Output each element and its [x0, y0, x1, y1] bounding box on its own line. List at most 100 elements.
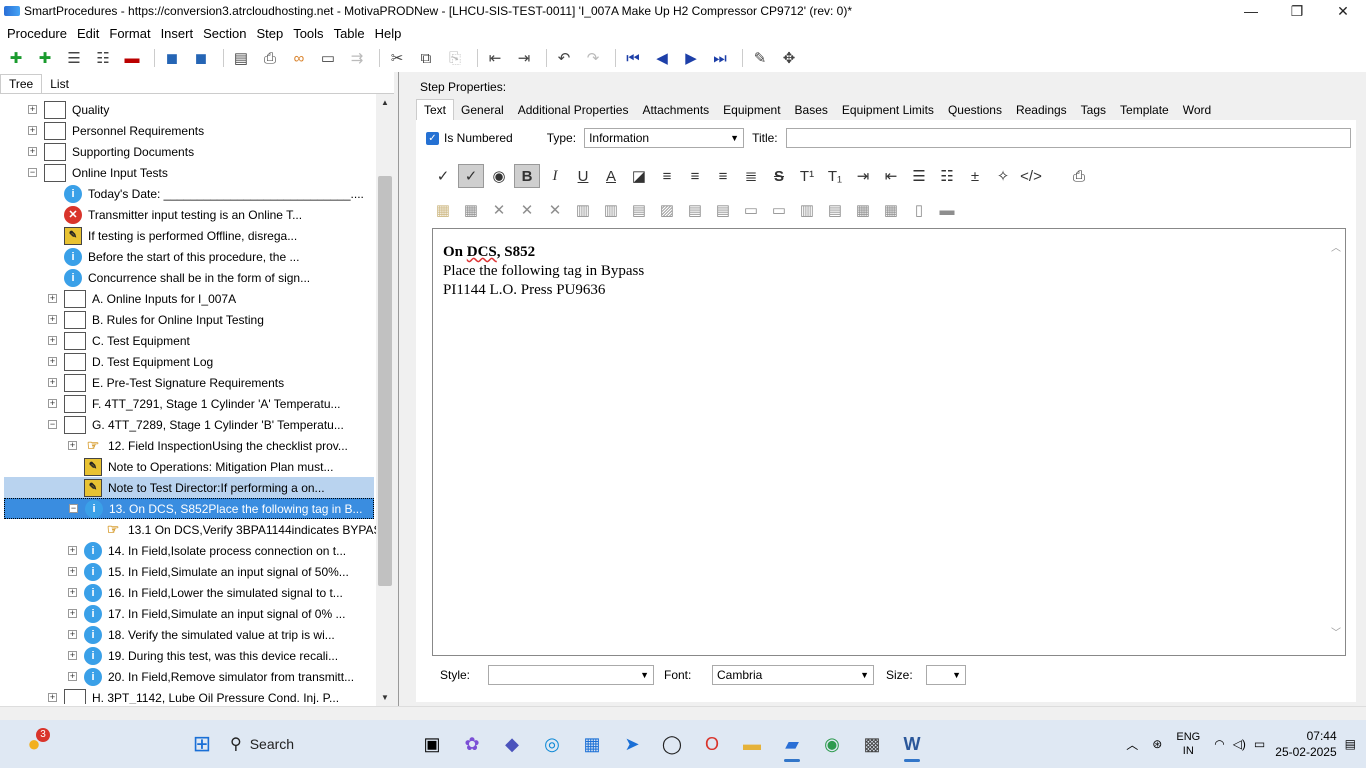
weather-widget-icon[interactable]: ● 3 [16, 726, 52, 762]
edge-icon[interactable]: ◎ [534, 726, 570, 762]
save-icon[interactable]: ◼ [189, 46, 213, 70]
collapse-icon[interactable]: − [69, 504, 78, 513]
tree-node[interactable]: i Today's Date: _________________________… [0, 183, 366, 204]
tree-node[interactable]: + D. Test Equipment Log [0, 351, 215, 372]
tree-node[interactable]: + i 14. In Field,Isolate process connectio… [0, 540, 348, 561]
tree-node[interactable]: + E. Pre-Test Signature Requirements [0, 372, 286, 393]
highlight-icon[interactable]: ◪ [626, 164, 652, 188]
tab-readings[interactable]: Readings [1009, 100, 1074, 120]
scroll-down-icon[interactable]: ▼ [376, 693, 394, 702]
network-share-icon[interactable]: ⊛ [1152, 737, 1162, 751]
tree-node[interactable]: + i 18. Verify the simulated value at trip… [0, 624, 337, 645]
tree-node[interactable]: + A. Online Inputs for I_007A [0, 288, 238, 309]
outdent-icon[interactable]: ⇤ [483, 46, 507, 70]
last-icon[interactable]: ⏭ [708, 46, 732, 70]
menu-insert[interactable]: Insert [156, 26, 199, 41]
step-text-editor[interactable]: On DCS, S852 Place the following tag in … [432, 228, 1346, 656]
tree-node[interactable]: ☞ 13.1 On DCS,Verify 3BPA1144indicates BY… [0, 519, 376, 540]
expand-icon[interactable]: + [28, 147, 37, 156]
insert-column-left-icon[interactable]: ▥ [570, 198, 596, 222]
menu-tools[interactable]: Tools [288, 26, 328, 41]
column-width-icon[interactable]: ▥ [794, 198, 820, 222]
collapse-icon[interactable]: − [28, 168, 37, 177]
tree-node[interactable]: + ☞ 12. Field InspectionUsing the checklis… [0, 435, 350, 456]
is-numbered-checkbox[interactable]: ✓ [426, 131, 439, 145]
teams-icon[interactable]: ◆ [494, 726, 530, 762]
add-child-icon[interactable]: ✚ [33, 46, 57, 70]
close-button[interactable]: ✕ [1320, 0, 1366, 22]
scroll-thumb[interactable] [378, 176, 392, 586]
indent-increase-icon[interactable]: ⇥ [850, 164, 876, 188]
language-indicator[interactable]: ENG IN [1176, 730, 1200, 758]
pane-splitter[interactable] [398, 72, 406, 706]
valign-icon[interactable]: ▯ [906, 198, 932, 222]
expand-icon[interactable]: + [68, 546, 77, 555]
undo-icon[interactable]: ↶ [552, 46, 576, 70]
align-right-icon[interactable]: ≡ [710, 164, 736, 188]
app-user-icon[interactable]: ▩ [854, 726, 890, 762]
tab-tags[interactable]: Tags [1074, 100, 1113, 120]
row-below-icon[interactable]: ▤ [710, 198, 736, 222]
bold-icon[interactable]: B [514, 164, 540, 188]
menu-format[interactable]: Format [104, 26, 155, 41]
cell-style-icon[interactable]: ▤ [626, 198, 652, 222]
justify-icon[interactable]: ≣ [738, 164, 764, 188]
tree-node[interactable]: + Quality [0, 99, 111, 120]
editor-scrollbar[interactable]: ︿ ﹀ [1331, 239, 1343, 643]
list-alt-icon[interactable]: ☷ [91, 46, 115, 70]
wifi-icon[interactable]: ◠ [1214, 737, 1224, 751]
copy-icon[interactable]: ⧉ [414, 46, 438, 70]
expand-icon[interactable]: + [48, 378, 57, 387]
tab-template[interactable]: Template [1113, 100, 1176, 120]
next-icon[interactable]: ▶ [679, 46, 703, 70]
expand-icon[interactable]: + [48, 336, 57, 345]
insert-column-right-icon[interactable]: ▥ [598, 198, 624, 222]
collapse-icon[interactable]: − [48, 420, 57, 429]
tree-node[interactable]: − Online Input Tests [0, 162, 170, 183]
tree-node[interactable]: i Concurrence shall be in the form of sig… [0, 267, 312, 288]
tree-node[interactable]: + B. Rules for Online Input Testing [0, 309, 266, 330]
scroll-down-icon[interactable]: ﹀ [1331, 624, 1341, 643]
tab-additional-properties[interactable]: Additional Properties [511, 100, 636, 120]
cut-icon[interactable]: ✂ [385, 46, 409, 70]
publish-icon[interactable]: ▤ [229, 46, 253, 70]
save-all-icon[interactable]: ◼ [160, 46, 184, 70]
title-input[interactable] [785, 128, 1351, 148]
row-above-icon[interactable]: ▤ [682, 198, 708, 222]
forward-icon[interactable]: ⇉ [345, 46, 369, 70]
paste-icon[interactable]: ⎘ [443, 46, 467, 70]
expand-icon[interactable]: + [68, 441, 77, 450]
list-icon[interactable]: ☰ [62, 46, 86, 70]
cell-edit-icon[interactable]: ▨ [654, 198, 680, 222]
word-icon[interactable]: W [894, 726, 930, 762]
copilot-icon[interactable]: ✿ [454, 726, 490, 762]
dell-icon[interactable]: ◯ [654, 726, 690, 762]
expand-icon[interactable]: + [48, 399, 57, 408]
chevron-up-icon[interactable]: ︿ [1126, 736, 1138, 753]
menu-step[interactable]: Step [251, 26, 288, 41]
opera-icon[interactable]: O [694, 726, 730, 762]
row-height-icon[interactable]: ▤ [822, 198, 848, 222]
font-select[interactable]: Cambria ▼ [712, 665, 874, 685]
accessibility-icon[interactable]: ◉ [486, 164, 512, 188]
italic-icon[interactable]: I [542, 164, 568, 188]
expand-icon[interactable]: + [68, 609, 77, 618]
insert-line-icon[interactable]: ± [962, 164, 988, 188]
start-icon[interactable]: ⊞ [184, 726, 220, 762]
align-center-icon[interactable]: ≡ [682, 164, 708, 188]
tree-node[interactable]: − G. 4TT_7289, Stage 1 Cylinder 'B' Tempe… [0, 414, 346, 435]
borders-icon[interactable]: ▦ [850, 198, 876, 222]
battery-icon[interactable]: ▭ [1254, 737, 1265, 751]
expand-icon[interactable]: + [68, 588, 77, 597]
subscript-icon[interactable]: T₁ [822, 164, 848, 188]
size-select[interactable]: ▼ [926, 665, 966, 685]
style-select[interactable]: ▼ [488, 665, 654, 685]
tree-node[interactable]: + i 16. In Field,Lower the simulated signa… [0, 582, 345, 603]
tree-node[interactable]: ✎ Note to Operations: Mitigation Plan mus… [0, 456, 335, 477]
print-preview-icon[interactable]: ⎙ [1066, 164, 1092, 188]
tab-bases[interactable]: Bases [788, 100, 835, 120]
expand-icon[interactable]: + [28, 126, 37, 135]
tab-text[interactable]: Text [416, 99, 455, 120]
tab-list[interactable]: List [42, 75, 77, 93]
file-explorer-icon[interactable]: ▬ [734, 726, 770, 762]
